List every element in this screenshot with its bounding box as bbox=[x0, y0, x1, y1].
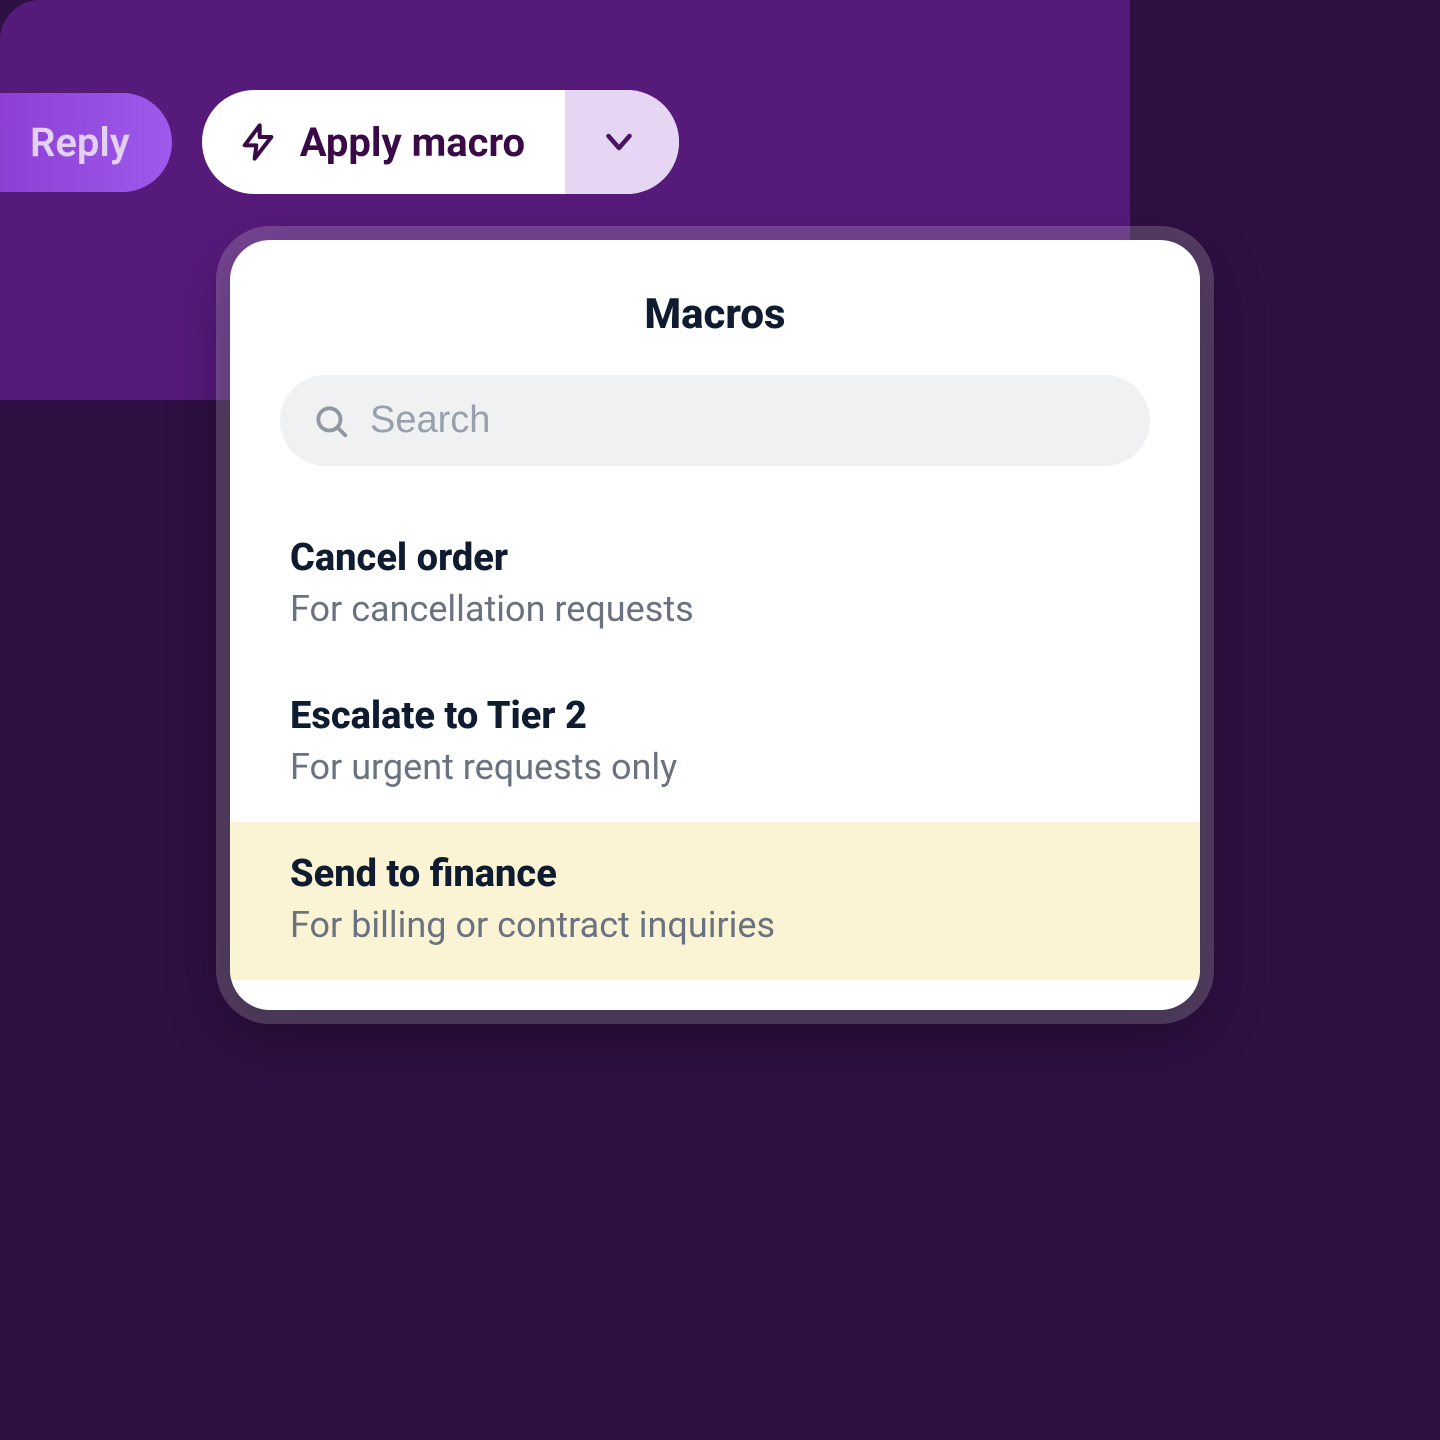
toolbar: Reply Apply macro bbox=[0, 90, 679, 194]
reply-label: Reply bbox=[30, 119, 130, 166]
macro-item-send-finance[interactable]: Send to finance For billing or contract … bbox=[230, 822, 1200, 980]
macro-name: Escalate to Tier 2 bbox=[290, 694, 1140, 738]
search-field-wrap[interactable] bbox=[280, 375, 1150, 466]
macro-name: Send to finance bbox=[290, 852, 1140, 896]
apply-macro-dropdown-toggle[interactable] bbox=[565, 90, 679, 194]
search-input[interactable] bbox=[370, 399, 1118, 442]
apply-macro-label: Apply macro bbox=[300, 119, 525, 166]
dropdown-title: Macros bbox=[230, 240, 1200, 375]
macro-item-cancel-order[interactable]: Cancel order For cancellation requests bbox=[230, 506, 1200, 664]
macro-desc: For cancellation requests bbox=[290, 588, 1140, 630]
bolt-icon bbox=[238, 122, 278, 162]
macro-desc: For billing or contract inquiries bbox=[290, 904, 1140, 946]
macro-list: Cancel order For cancellation requests E… bbox=[230, 506, 1200, 980]
chevron-down-icon bbox=[601, 124, 637, 160]
reply-button[interactable]: Reply bbox=[0, 93, 172, 192]
macro-desc: For urgent requests only bbox=[290, 746, 1140, 788]
apply-macro-button[interactable]: Apply macro bbox=[202, 90, 679, 194]
macros-dropdown: Macros Cancel order For cancellation req… bbox=[230, 240, 1200, 1010]
macro-item-escalate[interactable]: Escalate to Tier 2 For urgent requests o… bbox=[230, 664, 1200, 822]
search-icon bbox=[312, 402, 350, 440]
macro-name: Cancel order bbox=[290, 536, 1140, 580]
apply-macro-main[interactable]: Apply macro bbox=[202, 93, 565, 192]
